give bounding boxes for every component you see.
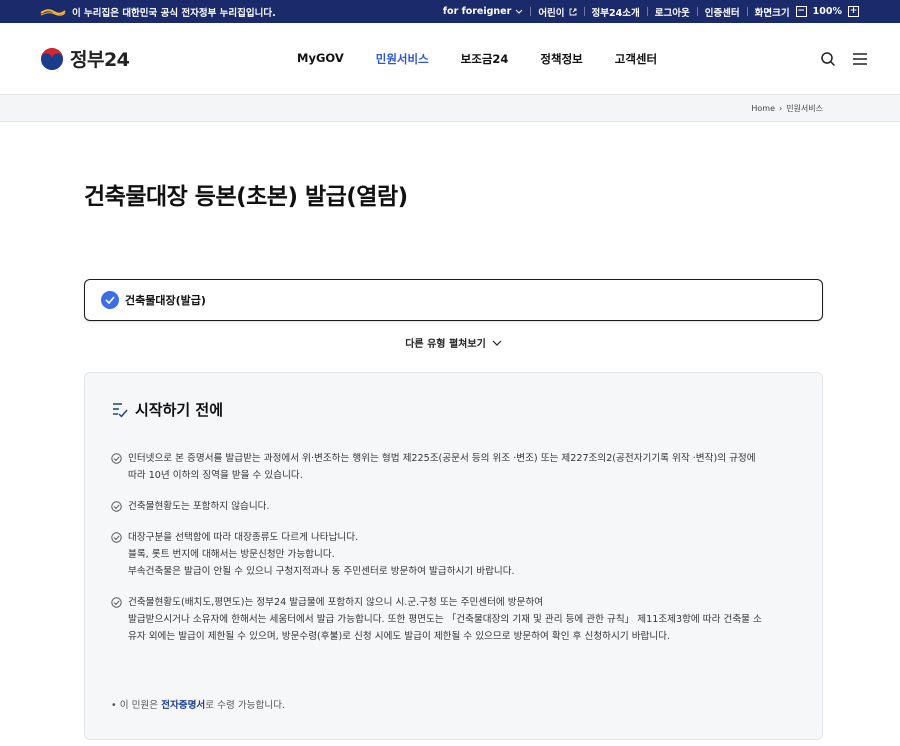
external-link-icon <box>569 8 576 15</box>
notice-text: 따라 10년 이하의 징역을 받을 수 있습니다. <box>128 470 303 481</box>
hamburger-menu-icon[interactable] <box>852 52 868 66</box>
nav-civil-service[interactable]: 민원서비스 <box>376 51 429 67</box>
check-circle-icon <box>111 501 122 512</box>
service-type-option[interactable]: 건축물대장(발급) <box>84 279 823 321</box>
e-certificate-highlight: 전자증명서 <box>161 700 206 711</box>
taegeuk-logo-icon <box>41 47 63 70</box>
main-nav: MyGOV 민원서비스 보조금24 정책정보 고객센터 <box>297 51 657 67</box>
breadcrumb: Home › 민원서비스 <box>0 95 900 122</box>
kids-link[interactable]: 어린이 <box>531 5 583 19</box>
egov-logo-icon <box>40 7 66 17</box>
site-header: 정부24 MyGOV 민원서비스 보조금24 정책정보 고객센터 <box>0 23 900 95</box>
zoom-value: 100% <box>812 6 842 17</box>
notice-item: 건축물현황도(배치도,평면도)는 정부24 발급물에 포함하지 않으니 시.군.… <box>111 594 796 645</box>
zoom-control: 화면크기 − 100% + <box>748 5 868 19</box>
site-logo[interactable]: 정부24 <box>40 45 290 72</box>
zoom-label: 화면크기 <box>754 7 790 19</box>
chevron-down-icon <box>492 340 502 346</box>
breadcrumb-current[interactable]: 민원서비스 <box>786 103 823 114</box>
notice-text: 발급받으시거나 소유자에 한해서는 세움터에서 발급 가능합니다. 또한 평면도… <box>128 614 762 625</box>
about-gov24-link[interactable]: 정부24소개 <box>585 5 647 19</box>
breadcrumb-home[interactable]: Home <box>751 104 775 113</box>
expand-other-types-label: 다른 유형 펼쳐보기 <box>405 339 486 350</box>
checklist-icon <box>113 402 128 418</box>
zoom-in-button[interactable]: + <box>848 6 859 17</box>
notice-list: 인터넷으로 본 증명서를 발급받는 과정에서 위·변조하는 행위는 형법 제22… <box>111 450 796 645</box>
chevron-right-icon: › <box>778 103 783 113</box>
nav-subsidy24[interactable]: 보조금24 <box>461 51 509 67</box>
notice-text: 블록, 롯트 번지에 대해서는 방문신청만 가능합니다. <box>128 549 335 560</box>
page-title: 건축물대장 등본(초본) 발급(열람) <box>84 184 408 210</box>
notice-text: 대장구분을 선택함에 따라 대장종류도 다르게 나타납니다. <box>128 532 359 543</box>
notice-text: 부속건축물은 발급이 안될 수 있으니 구청지적과나 동 주민센터로 방문하여 … <box>128 566 515 577</box>
logout-link[interactable]: 로그아웃 <box>648 5 697 19</box>
before-start-panel: 시작하기 전에 인터넷으로 본 증명서를 발급받는 과정에서 위·변조하는 행위… <box>84 372 823 740</box>
check-circle-icon <box>111 532 122 543</box>
nav-policy-info[interactable]: 정책정보 <box>540 51 582 67</box>
notice-item: 건축물현황도는 포함하지 않습니다. <box>111 498 796 515</box>
check-circle-icon <box>111 597 122 608</box>
notice-text: 건축물현황도는 포함하지 않습니다. <box>128 501 270 512</box>
check-circle-icon <box>101 291 119 309</box>
for-foreigner-link[interactable]: for foreigner <box>436 6 530 17</box>
gov-banner: 이 누리집은 대한민국 공식 전자정부 누리집입니다. for foreigne… <box>0 0 900 23</box>
cert-center-link[interactable]: 인증센터 <box>698 5 747 19</box>
zoom-out-button[interactable]: − <box>795 6 807 17</box>
notice-item: 인터넷으로 본 증명서를 발급받는 과정에서 위·변조하는 행위는 형법 제22… <box>111 450 796 484</box>
foot-note-suffix: 로 수령 가능합니다. <box>205 700 286 711</box>
nav-mygov[interactable]: MyGOV <box>297 51 344 67</box>
nav-customer-center[interactable]: 고객센터 <box>615 51 657 67</box>
logo-text: 정부24 <box>70 49 130 71</box>
kids-label: 어린이 <box>538 7 565 19</box>
gov-notice-text: 이 누리집은 대한민국 공식 전자정부 누리집입니다. <box>72 7 276 19</box>
notice-text: 건축물현황도(배치도,평면도)는 정부24 발급물에 포함하지 않으니 시.군.… <box>128 597 544 608</box>
notice-item: 대장구분을 선택함에 따라 대장종류도 다르게 나타납니다. 블록, 롯트 번지… <box>111 529 796 580</box>
foot-note-prefix: • 이 민원은 <box>111 700 162 711</box>
service-type-label: 건축물대장(발급) <box>125 294 206 307</box>
e-certificate-note: • 이 민원은 전자증명서로 수령 가능합니다. <box>111 697 285 711</box>
expand-other-types-button[interactable]: 다른 유형 펼쳐보기 <box>84 335 823 350</box>
check-circle-icon <box>111 453 122 464</box>
chevron-down-icon <box>515 9 523 14</box>
notice-text: 인터넷으로 본 증명서를 발급받는 과정에서 위·변조하는 행위는 형법 제22… <box>128 453 756 464</box>
search-icon[interactable] <box>820 51 836 67</box>
for-foreigner-label: for foreigner <box>442 6 512 17</box>
before-start-heading: 시작하기 전에 <box>135 401 224 419</box>
notice-text: 유자 외에는 발급이 제한될 수 있으며, 방문수령(후불)로 신청 시에도 발… <box>128 631 671 642</box>
